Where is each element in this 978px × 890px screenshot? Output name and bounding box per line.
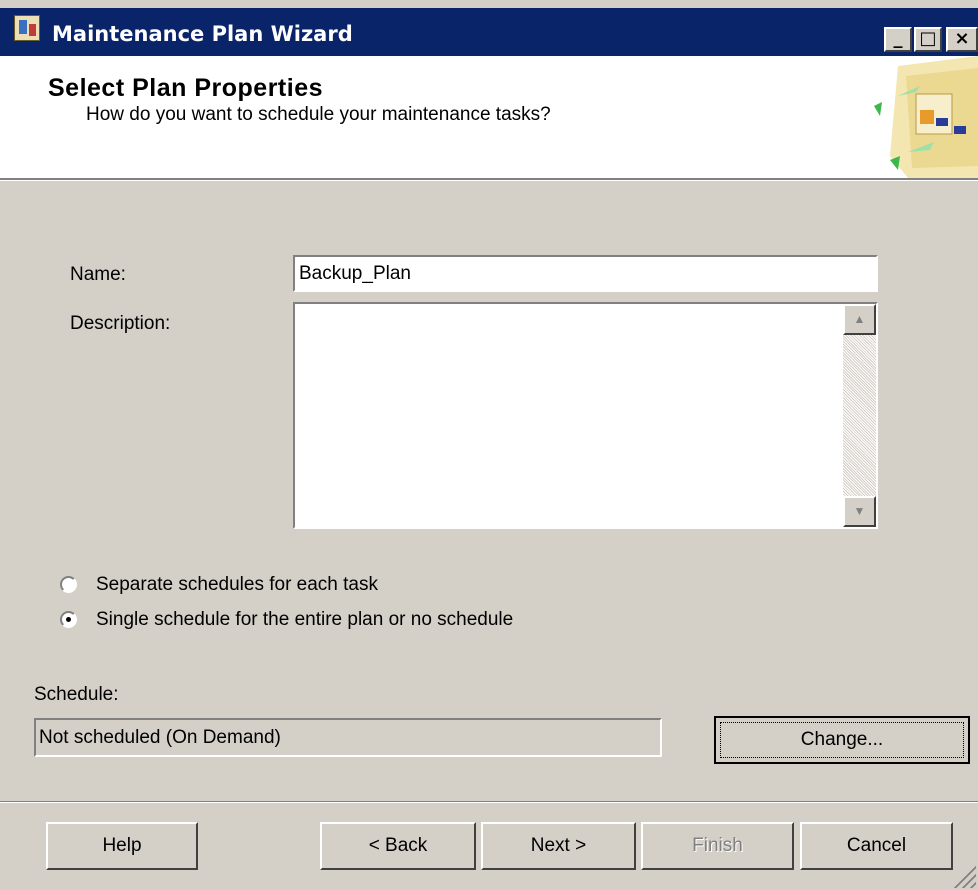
resize-grip-icon[interactable]: [954, 866, 976, 888]
footer-divider-highlight: [0, 802, 978, 803]
back-button[interactable]: < Back: [320, 822, 476, 870]
focus-rectangle: [720, 722, 964, 758]
scroll-up-button[interactable]: ▲: [843, 304, 876, 335]
description-label: Description:: [70, 313, 171, 334]
close-button[interactable]: ×: [946, 27, 978, 52]
maximize-button[interactable]: □: [914, 27, 942, 52]
help-button[interactable]: Help: [46, 822, 198, 870]
name-field[interactable]: [293, 255, 878, 292]
scroll-down-button[interactable]: ▼: [843, 496, 876, 527]
radio-single-schedule[interactable]: [60, 611, 77, 628]
page-subtitle: How do you want to schedule your mainten…: [86, 104, 551, 125]
schedule-label: Schedule:: [34, 684, 119, 705]
description-scrollbar[interactable]: [843, 304, 876, 527]
header-divider-highlight: [0, 180, 978, 181]
radio-single-label[interactable]: Single schedule for the entire plan or n…: [96, 609, 513, 631]
app-icon: [14, 15, 40, 41]
wizard-graphic-icon: [868, 56, 978, 178]
radio-separate-label[interactable]: Separate schedules for each task: [96, 574, 378, 596]
radio-separate-schedules[interactable]: [60, 576, 77, 593]
cancel-button[interactable]: Cancel: [800, 822, 953, 870]
window-title: Maintenance Plan Wizard: [52, 22, 353, 46]
next-button[interactable]: Next >: [481, 822, 636, 870]
page-title: Select Plan Properties: [48, 74, 324, 102]
description-field[interactable]: [293, 302, 878, 529]
name-label: Name:: [70, 264, 126, 285]
change-button[interactable]: Change...: [714, 716, 970, 764]
schedule-value: Not scheduled (On Demand): [34, 718, 662, 757]
finish-button: Finish: [641, 822, 794, 870]
minimize-button[interactable]: _: [884, 27, 912, 52]
